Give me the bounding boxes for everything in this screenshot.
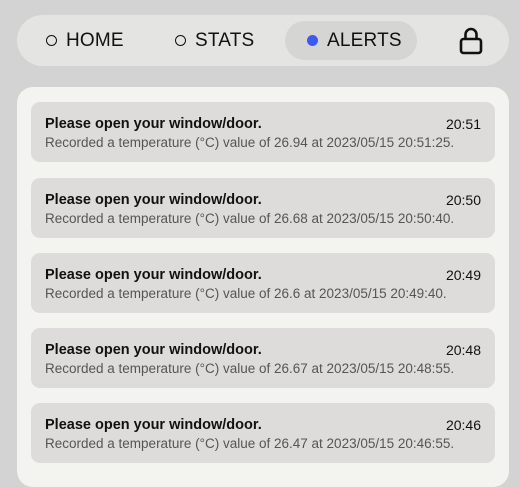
radio-dot-icon <box>175 35 186 46</box>
alert-card[interactable]: Please open your window/door. 20:46 Reco… <box>31 403 495 463</box>
tab-home-label: HOME <box>66 29 124 51</box>
alert-time: 20:49 <box>445 267 481 283</box>
alert-time: 20:46 <box>445 417 481 433</box>
alert-time: 20:51 <box>445 116 481 132</box>
tab-alerts-label: ALERTS <box>327 29 402 51</box>
alert-message: Recorded a temperature (°C) value of 26.… <box>45 135 455 150</box>
alert-message: Recorded a temperature (°C) value of 26.… <box>45 211 455 226</box>
alert-title: Please open your window/door. <box>45 417 262 433</box>
top-nav: HOME STATS ALERTS <box>17 15 509 66</box>
tab-stats[interactable]: STATS <box>167 21 262 60</box>
alert-time: 20:50 <box>445 192 481 208</box>
alert-title: Please open your window/door. <box>45 267 262 283</box>
alert-message: Recorded a temperature (°C) value of 26.… <box>45 286 447 301</box>
lock-icon[interactable] <box>457 26 485 56</box>
tab-stats-label: STATS <box>195 29 255 51</box>
alert-card[interactable]: Please open your window/door. 20:50 Reco… <box>31 178 495 238</box>
radio-dot-filled-icon <box>307 35 318 46</box>
radio-dot-icon <box>46 35 57 46</box>
alert-title: Please open your window/door. <box>45 116 262 132</box>
alert-card[interactable]: Please open your window/door. 20:49 Reco… <box>31 253 495 313</box>
alert-message: Recorded a temperature (°C) value of 26.… <box>45 436 455 451</box>
alert-title: Please open your window/door. <box>45 342 262 358</box>
alert-time: 20:48 <box>445 342 481 358</box>
alert-card[interactable]: Please open your window/door. 20:51 Reco… <box>31 102 495 162</box>
alert-title: Please open your window/door. <box>45 192 262 208</box>
alerts-panel: Please open your window/door. 20:51 Reco… <box>17 87 509 487</box>
tab-alerts[interactable]: ALERTS <box>285 21 417 60</box>
alert-message: Recorded a temperature (°C) value of 26.… <box>45 361 455 376</box>
alert-card[interactable]: Please open your window/door. 20:48 Reco… <box>31 328 495 388</box>
tab-home[interactable]: HOME <box>38 21 132 60</box>
